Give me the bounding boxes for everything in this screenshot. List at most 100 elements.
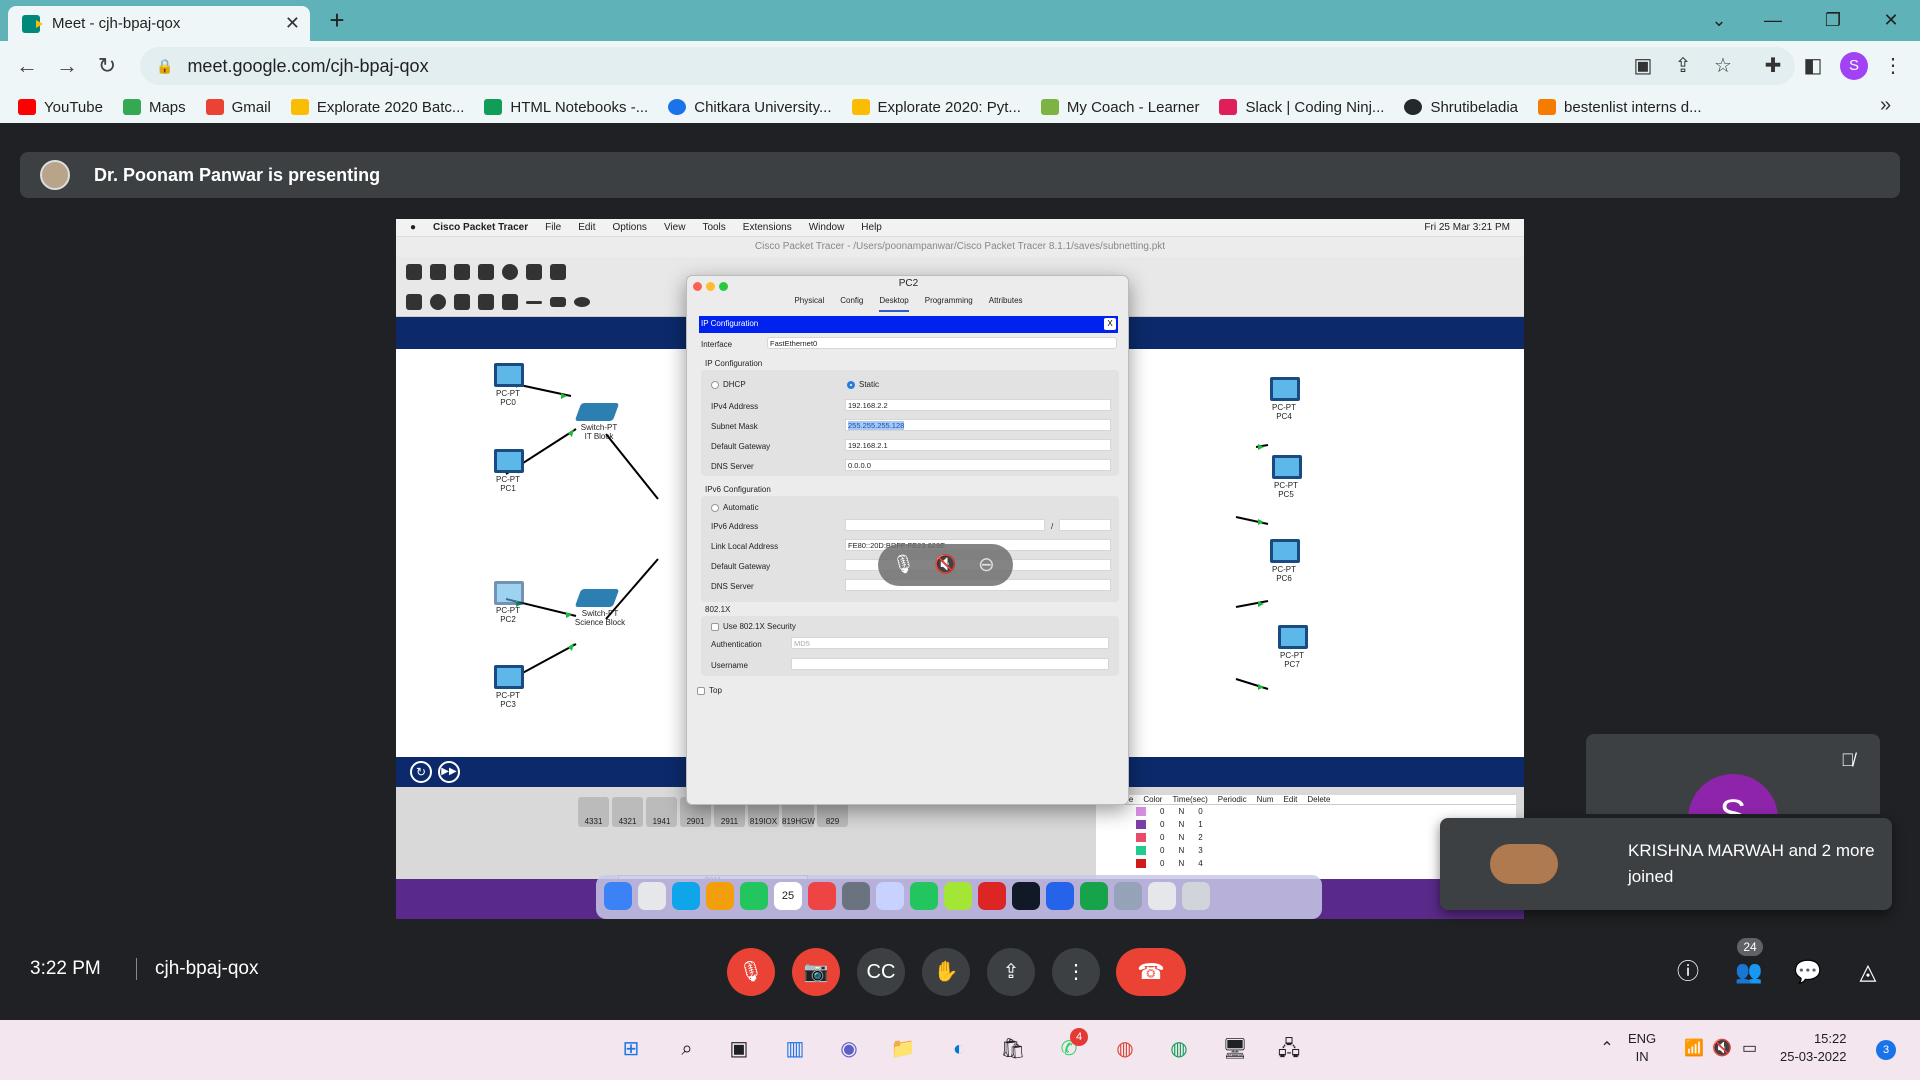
switch-it-block-icon[interactable] — [574, 403, 620, 421]
remove-icon[interactable]: ⊖ — [978, 552, 995, 577]
tab-attributes[interactable]: Attributes — [989, 296, 1023, 312]
tab-search-icon[interactable]: ⌄ — [1696, 4, 1742, 36]
authentication-select[interactable]: MD5 — [791, 637, 1109, 649]
bookmark-html-notebooks[interactable]: HTML Notebooks -... — [484, 99, 648, 116]
pc3-icon[interactable] — [494, 665, 524, 689]
tray-overflow-icon[interactable]: ⌃ — [1590, 1032, 1624, 1066]
pc6-icon[interactable] — [1270, 539, 1300, 563]
wifi-icon[interactable]: 📶 — [1684, 1038, 1704, 1058]
pdu-row[interactable]: 0 N 0 — [1096, 805, 1516, 818]
side-panel-icon[interactable]: ◧ — [1800, 53, 1826, 79]
maximize-button[interactable]: ❐ — [1810, 4, 1856, 36]
bookmark-gmail[interactable]: Gmail — [205, 99, 271, 116]
share-icon[interactable]: ⇪ — [1670, 53, 1696, 79]
username-field[interactable] — [791, 658, 1109, 670]
bookmark-youtube[interactable]: YouTube — [18, 99, 103, 116]
close-window-button[interactable]: ✕ — [1868, 4, 1914, 36]
language-indicator[interactable]: ENG IN — [1628, 1030, 1656, 1066]
bookmark-explorate-python[interactable]: Explorate 2020: Pyt... — [851, 99, 1021, 116]
reload-icon[interactable]: ↻ — [92, 51, 122, 81]
pc5-icon[interactable] — [1272, 455, 1302, 479]
tab-config[interactable]: Config — [840, 296, 863, 312]
chat-icon[interactable]: 💬 — [1792, 956, 1824, 988]
bookmark-maps[interactable]: Maps — [122, 99, 186, 116]
ipv6-prefix-field[interactable] — [1059, 519, 1111, 531]
chrome-profile-icon[interactable]: ◍ — [1162, 1032, 1196, 1066]
dhcp-radio[interactable]: DHCP — [711, 380, 746, 389]
widgets-icon[interactable]: ▥ — [778, 1032, 812, 1066]
close-ip-config-button[interactable]: X — [1104, 318, 1116, 330]
notification-badge[interactable]: 3 — [1876, 1040, 1896, 1060]
default-gateway-field[interactable]: 192.168.2.1 — [845, 439, 1111, 451]
close-tab-icon[interactable]: ✕ — [285, 13, 300, 34]
bookmark-chitkara[interactable]: Chitkara University... — [668, 99, 832, 116]
bookmark-star-icon[interactable]: ☆ — [1710, 53, 1736, 79]
extensions-icon[interactable]: ✚ — [1760, 53, 1786, 79]
bookmark-github[interactable]: Shrutibeladia — [1404, 99, 1518, 116]
mic-off-icon[interactable]: 🎙 — [892, 554, 915, 575]
subnet-mask-field[interactable]: 255.255.255.128 — [845, 419, 1111, 431]
back-icon[interactable]: ← — [12, 51, 42, 81]
bookmark-slack[interactable]: Slack | Coding Ninj... — [1219, 99, 1384, 116]
forward-icon[interactable]: → — [52, 51, 82, 81]
present-button[interactable]: ⇪ — [987, 948, 1035, 996]
dns-server-field[interactable]: 0.0.0.0 — [845, 459, 1111, 471]
leave-call-button[interactable]: ☎ — [1116, 948, 1186, 996]
automatic-radio[interactable]: Automatic — [711, 503, 759, 512]
minimize-button[interactable]: — — [1750, 4, 1796, 36]
remote-desktop-icon[interactable]: 🖥 — [1218, 1032, 1252, 1066]
bookmark-explorate-batch[interactable]: Explorate 2020 Batc... — [290, 99, 464, 116]
volume-muted-icon[interactable]: 🔇 — [1712, 1038, 1732, 1058]
fast-forward-icon[interactable]: ▶▶ — [438, 761, 460, 783]
model-1941[interactable]: 1941 — [646, 797, 677, 827]
pc2-icon[interactable] — [494, 581, 524, 605]
meeting-details-icon[interactable]: ⓘ — [1672, 956, 1704, 988]
pc0-icon[interactable] — [494, 363, 524, 387]
system-clock[interactable]: 15:22 25-03-2022 — [1780, 1030, 1847, 1066]
address-bar[interactable]: 🔒 meet.google.com/cjh-bpaj-qox — [140, 47, 1795, 85]
captions-button[interactable]: CC — [857, 948, 905, 996]
mic-toggle-button[interactable]: 🎙 — [727, 948, 775, 996]
tab-physical[interactable]: Physical — [794, 296, 824, 312]
static-radio[interactable]: Static — [847, 380, 879, 389]
battery-icon[interactable]: ▭ — [1742, 1038, 1757, 1058]
edge-icon[interactable]: ◐ — [942, 1032, 976, 1066]
top-checkbox[interactable]: Top — [697, 686, 722, 695]
profile-avatar[interactable]: S — [1840, 52, 1868, 80]
menu-icon[interactable]: ⋮ — [1880, 53, 1906, 79]
ipv4-address-field[interactable]: 192.168.2.2 — [845, 399, 1111, 411]
ipv6-address-field[interactable] — [845, 519, 1045, 531]
search-icon[interactable]: ⌕ — [670, 1032, 704, 1066]
speaker-off-icon[interactable]: 🔇 — [934, 554, 956, 575]
switch-science-block-icon[interactable] — [574, 589, 620, 607]
browser-tab[interactable]: Meet - cjh-bpaj-qox ✕ — [8, 6, 310, 41]
windows-start-icon[interactable]: ⊞ — [614, 1032, 648, 1066]
store-icon[interactable]: 🛍 — [996, 1032, 1030, 1066]
file-explorer-icon[interactable]: 📁 — [886, 1032, 920, 1066]
chrome-icon[interactable]: ◍ — [1108, 1032, 1142, 1066]
new-tab-button[interactable]: + — [322, 6, 352, 36]
pc1-icon[interactable] — [494, 449, 524, 473]
model-4321[interactable]: 4321 — [612, 797, 643, 827]
chitkara-icon — [668, 99, 687, 115]
camera-toggle-button[interactable]: 📷 — [792, 948, 840, 996]
model-4331[interactable]: 4331 — [578, 797, 609, 827]
raise-hand-button[interactable]: ✋ — [922, 948, 970, 996]
task-view-icon[interactable]: ▣ — [722, 1032, 756, 1066]
interface-select[interactable]: FastEthernet0 — [767, 337, 1117, 349]
teams-chat-icon[interactable]: ◉ — [832, 1032, 866, 1066]
pc7-icon[interactable] — [1278, 625, 1308, 649]
tab-desktop[interactable]: Desktop — [879, 296, 909, 312]
pc4-icon[interactable] — [1270, 377, 1300, 401]
camera-blocked-icon[interactable]: ▣ — [1630, 53, 1656, 79]
bookmark-my-coach[interactable]: My Coach - Learner — [1040, 99, 1199, 116]
dot1x-checkbox[interactable]: Use 802.1X Security — [711, 622, 796, 631]
more-options-button[interactable]: ⋮ — [1052, 948, 1100, 996]
more-bookmarks-icon[interactable]: » — [1880, 94, 1891, 117]
network-app-icon[interactable]: 🖧 — [1272, 1032, 1306, 1066]
activities-icon[interactable]: ◬ — [1852, 956, 1884, 988]
bookmark-bestenlist[interactable]: bestenlist interns d... — [1538, 99, 1702, 116]
people-icon[interactable]: 👥 — [1733, 956, 1765, 988]
realtime-icon[interactable]: ↻ — [410, 761, 432, 783]
tab-programming[interactable]: Programming — [925, 296, 973, 312]
